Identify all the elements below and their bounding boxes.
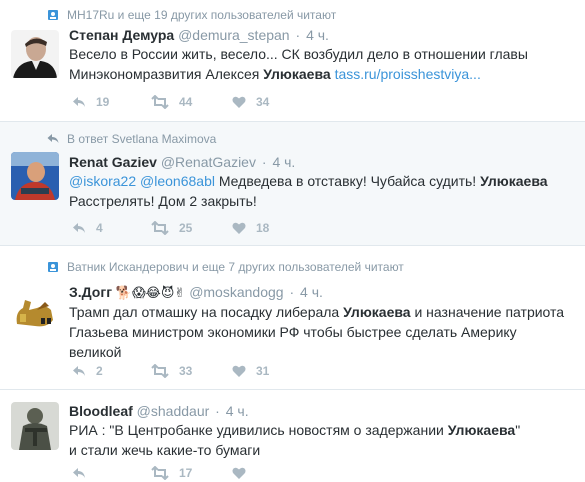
avatar[interactable] [11, 30, 59, 78]
tweet-text-line: Минэкономразвития Алексея Улюкаева tass.… [69, 64, 574, 84]
text-fragment: " [515, 422, 521, 438]
reply-button[interactable]: 19 [72, 93, 109, 111]
reply-button[interactable] [72, 464, 96, 482]
retweet-count: 17 [179, 466, 193, 480]
retweet-icon [151, 221, 169, 235]
context-text[interactable]: MH17Ru и еще 19 других пользователей чит… [67, 8, 336, 22]
author-fullname[interactable]: Renat Gaziev [69, 154, 157, 170]
tweet-2[interactable]: В ответ Svetlana Maximova Renat Gaziev @… [0, 122, 585, 246]
tweet-text-line: Глазьева министром экономики РФ чтобы бы… [69, 324, 517, 340]
text-fragment: РИА : "В Центробанке удивились новостям … [69, 422, 448, 438]
tweet-3[interactable]: Ватник Искандерович и еще 7 других польз… [0, 246, 585, 390]
heart-icon [232, 467, 246, 479]
author-fullname[interactable]: Степан Демура [69, 27, 174, 43]
highlighted-keyword: Улюкаева [447, 422, 516, 438]
heart-icon [232, 222, 246, 234]
mention-link[interactable]: @iskora22 [69, 173, 136, 189]
like-count: 18 [256, 221, 270, 235]
retweet-icon [151, 364, 169, 378]
reply-button[interactable]: 2 [72, 362, 103, 380]
name-emoji: 🐕😱😂😈✌ [115, 286, 186, 301]
avatar[interactable] [11, 152, 59, 200]
retweet-count: 25 [179, 221, 193, 235]
tweet-time[interactable]: 4 ч. [300, 284, 323, 300]
author-username[interactable]: @demura_stepan [178, 27, 290, 43]
tweet-text: Трамп дал отмашку на посадку либерала Ул… [69, 302, 574, 362]
context-text[interactable]: Ватник Искандерович и еще 7 других польз… [67, 260, 404, 274]
retweet-icon [151, 95, 169, 109]
author-username[interactable]: @shaddaur [137, 403, 210, 419]
like-count: 34 [256, 95, 270, 109]
text-fragment: и назначение патриота [410, 304, 565, 320]
like-button[interactable]: 31 [232, 362, 269, 380]
separator-dot: · [261, 154, 267, 170]
separator-dot: · [295, 27, 301, 43]
reply-icon [73, 468, 85, 478]
retweet-button[interactable]: 17 [151, 464, 192, 482]
separator-dot: · [289, 284, 295, 300]
author-fullname[interactable]: Bloodleaf [69, 403, 133, 419]
tweet-text-line: Трамп дал отмашку на посадку либерала Ул… [69, 302, 574, 322]
tweet-text-line: великой [69, 344, 122, 360]
heart-icon [232, 365, 246, 377]
highlighted-keyword: Улюкаева [263, 66, 331, 82]
reply-count: 2 [96, 364, 103, 378]
text-fragment: Трамп дал отмашку на посадку либерала [69, 304, 344, 320]
avatar[interactable] [11, 284, 59, 332]
heart-icon [232, 96, 246, 108]
tweet-text-line: Весело в России жить, весело... СК возбу… [69, 46, 528, 62]
like-button[interactable] [232, 464, 256, 482]
text-fragment: Медведева в отставку! Чубайса судить! [218, 173, 481, 189]
separator-dot: · [215, 403, 220, 419]
highlighted-keyword: Улюкаева [343, 304, 411, 320]
tweet-header: Степан Демура @demura_stepan · 4 ч. [69, 26, 329, 44]
tweet-text-line: и стали жечь какие-то бумаги [69, 442, 261, 458]
reply-icon [73, 97, 85, 107]
retweet-button[interactable]: 33 [151, 362, 192, 380]
retweet-count: 33 [179, 364, 193, 378]
person-follow-icon [48, 262, 58, 272]
tweet-link[interactable]: tass.ru/proisshestviya... [335, 66, 481, 82]
like-count: 31 [256, 364, 270, 378]
reply-button[interactable]: 4 [72, 219, 103, 237]
reply-icon [73, 223, 85, 233]
tweet-text: РИА : "В Центробанке удивились новостям … [69, 420, 574, 460]
author-username[interactable]: @RenatGaziev [161, 154, 256, 170]
tweet-4[interactable]: Bloodleaf @shaddaur · 4 ч. РИА : "В Цент… [0, 390, 585, 480]
tweet-context: Ватник Искандерович и еще 7 других польз… [47, 260, 404, 274]
reply-icon [73, 366, 85, 376]
tweet-time[interactable]: 4 ч. [272, 154, 295, 170]
tweet-context: В ответ Svetlana Maximova [47, 132, 216, 146]
like-button[interactable]: 18 [232, 219, 269, 237]
person-follow-icon [48, 10, 58, 20]
avatar[interactable] [11, 402, 59, 450]
tweet-text-line: РИА : "В Центробанке удивились новостям … [69, 420, 574, 440]
retweet-button[interactable]: 25 [151, 219, 192, 237]
author-username[interactable]: @moskandogg [189, 284, 283, 300]
tweet-header: З.Догг 🐕😱😂😈✌ @moskandogg · 4 ч. [69, 283, 323, 301]
reply-count: 4 [96, 221, 103, 235]
tweet-context: MH17Ru и еще 19 других пользователей чит… [47, 8, 336, 22]
tweet-text: @iskora22 @leon68abl Медведева в отставк… [69, 171, 574, 211]
context-text[interactable]: В ответ Svetlana Maximova [67, 132, 216, 146]
like-button[interactable]: 34 [232, 93, 269, 111]
retweet-count: 44 [179, 95, 193, 109]
reply-count: 19 [96, 95, 110, 109]
tweet-time[interactable]: 4 ч. [306, 27, 329, 43]
tweet-text: Весело в России жить, весело... СК возбу… [69, 44, 574, 84]
author-fullname[interactable]: З.Догг [69, 284, 112, 300]
tweet-1[interactable]: MH17Ru и еще 19 других пользователей чит… [0, 0, 585, 122]
tweet-text-line: Расстрелять! Дом 2 закрыть! [69, 193, 257, 209]
tweet-header: Renat Gaziev @RenatGaziev · 4 ч. [69, 153, 295, 171]
retweet-button[interactable]: 44 [151, 93, 192, 111]
highlighted-keyword: Улюкаева [480, 173, 548, 189]
tweet-time[interactable]: 4 ч. [226, 403, 249, 419]
tweet-text-line: @iskora22 @leon68abl Медведева в отставк… [69, 171, 574, 191]
text-fragment: Минэкономразвития Алексея [69, 66, 264, 82]
retweet-icon [151, 466, 169, 480]
mention-link[interactable]: @leon68abl [140, 173, 215, 189]
tweet-header: Bloodleaf @shaddaur · 4 ч. [69, 402, 249, 420]
reply-arrow-icon [47, 134, 59, 143]
